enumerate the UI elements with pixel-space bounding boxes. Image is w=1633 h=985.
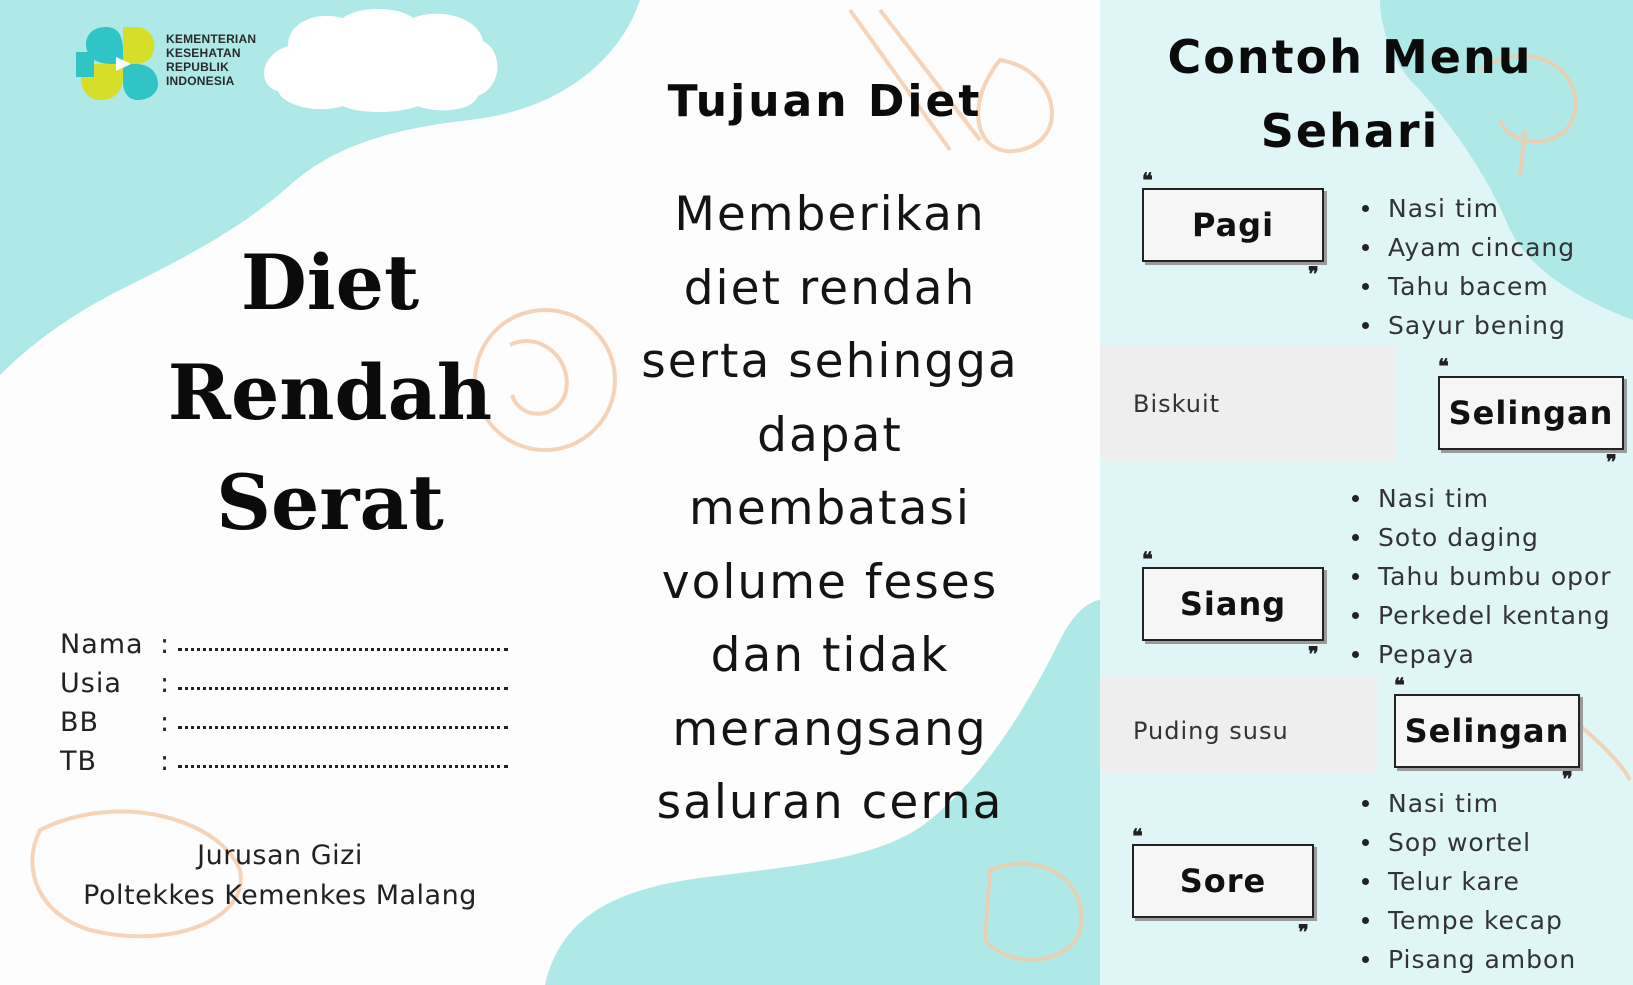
menu-item: Telur kare (1360, 862, 1576, 901)
form-row-bb: BB : (60, 706, 510, 745)
form-colon: : (160, 668, 171, 699)
menu-item: Soto daging (1350, 518, 1612, 557)
brochure-page: KEMENTERIAN KESEHATAN REPUBLIK INDONESIA… (0, 0, 1633, 985)
menu-item: Pisang ambon (1360, 940, 1576, 979)
form-row-usia: Usia : (60, 667, 510, 706)
meal-label-sore: Sore (1132, 844, 1314, 918)
meal-label-pagi: Pagi (1142, 188, 1324, 262)
logo-line: KEMENTERIAN (166, 32, 257, 46)
title-line: Serat (216, 458, 444, 547)
ministry-name: KEMENTERIAN KESEHATAN REPUBLIK INDONESIA (166, 32, 266, 88)
department-line: Jurusan Gizi (197, 840, 363, 871)
school-line: Poltekkes Kemenkes Malang (83, 880, 477, 911)
menu-item: Sayur bening (1360, 306, 1575, 345)
goal-line: dan tidak (710, 628, 950, 683)
goal-line: diet rendah (683, 260, 977, 316)
menu-list-sore: Nasi tim Sop wortel Telur kare Tempe kec… (1360, 784, 1576, 979)
sample-menu-heading: Contoh Menu Sehari (1150, 20, 1550, 168)
form-colon: : (160, 707, 171, 738)
goal-line: saluran cerna (656, 775, 1004, 830)
menu-item: Nasi tim (1360, 189, 1575, 228)
menu-item: Ayam cincang (1360, 228, 1575, 267)
form-label: Usia (60, 668, 122, 699)
goal-line: merangsang (672, 701, 988, 757)
redacted-cloud-shape (264, 9, 498, 112)
menu-item: Nasi tim (1350, 479, 1612, 518)
logo-line: REPUBLIK (166, 60, 229, 74)
heading-line: Contoh Menu (1167, 30, 1533, 84)
logo-line: KESEHATAN (166, 46, 241, 60)
logo-line: INDONESIA (166, 74, 235, 88)
goal-line: dapat (757, 407, 903, 463)
open-quote-icon: ❝ (1438, 354, 1449, 378)
menu-item: Tempe kecap (1360, 901, 1576, 940)
menu-item: Nasi tim (1360, 784, 1576, 823)
fill-in-line[interactable] (178, 704, 508, 729)
menu-item: Tahu bacem (1360, 267, 1575, 306)
form-label: Nama (60, 629, 144, 660)
menu-list-siang: Nasi tim Soto daging Tahu bumbu opor Per… (1350, 479, 1612, 674)
title-line: Rendah (167, 348, 493, 437)
diet-goal-heading: Tujuan Diet (667, 76, 983, 127)
form-row-nama: Nama : (60, 628, 510, 667)
goal-line: serta sehingga (641, 334, 1019, 389)
meal-label-selingan: Selingan (1394, 694, 1580, 768)
meal-label-siang: Siang (1142, 567, 1324, 641)
menu-item: Tahu bumbu opor (1350, 557, 1612, 596)
goal-line: volume feses (661, 554, 999, 610)
form-row-tb: TB : (60, 745, 510, 784)
menu-item: Sop wortel (1360, 823, 1576, 862)
menu-item: Perkedel kentang (1350, 596, 1612, 635)
close-quote-icon: ❞ (1308, 262, 1319, 286)
form-colon: : (160, 629, 171, 660)
close-quote-icon: ❞ (1606, 450, 1617, 474)
goal-line: Memberikan (674, 187, 986, 242)
heading-line: Sehari (1260, 104, 1440, 158)
brochure-title: Diet Rendah Serat (160, 228, 500, 558)
goal-line: membatasi (689, 481, 971, 536)
fill-in-line[interactable] (178, 626, 508, 651)
institution-name: Jurusan Gizi Poltekkes Kemenkes Malang (30, 836, 530, 916)
snack-item: Biskuit (1133, 390, 1221, 418)
diet-goal-text: Memberikan diet rendah serta sehingga da… (610, 178, 1050, 840)
form-label: BB (60, 707, 100, 738)
close-quote-icon: ❞ (1308, 642, 1319, 666)
fill-in-line[interactable] (178, 743, 508, 768)
title-line: Diet (240, 238, 420, 327)
snack-item: Puding susu (1133, 717, 1289, 745)
patient-form: Nama : Usia : BB : TB : (60, 628, 510, 784)
form-label: TB (60, 746, 98, 777)
fill-in-line[interactable] (178, 665, 508, 690)
meal-label-selingan: Selingan (1438, 376, 1624, 450)
form-colon: : (160, 746, 171, 777)
menu-item: Pepaya (1350, 635, 1612, 674)
menu-list-pagi: Nasi tim Ayam cincang Tahu bacem Sayur b… (1360, 189, 1575, 345)
kemenkes-logo-icon (76, 27, 158, 100)
close-quote-icon: ❞ (1298, 920, 1309, 944)
